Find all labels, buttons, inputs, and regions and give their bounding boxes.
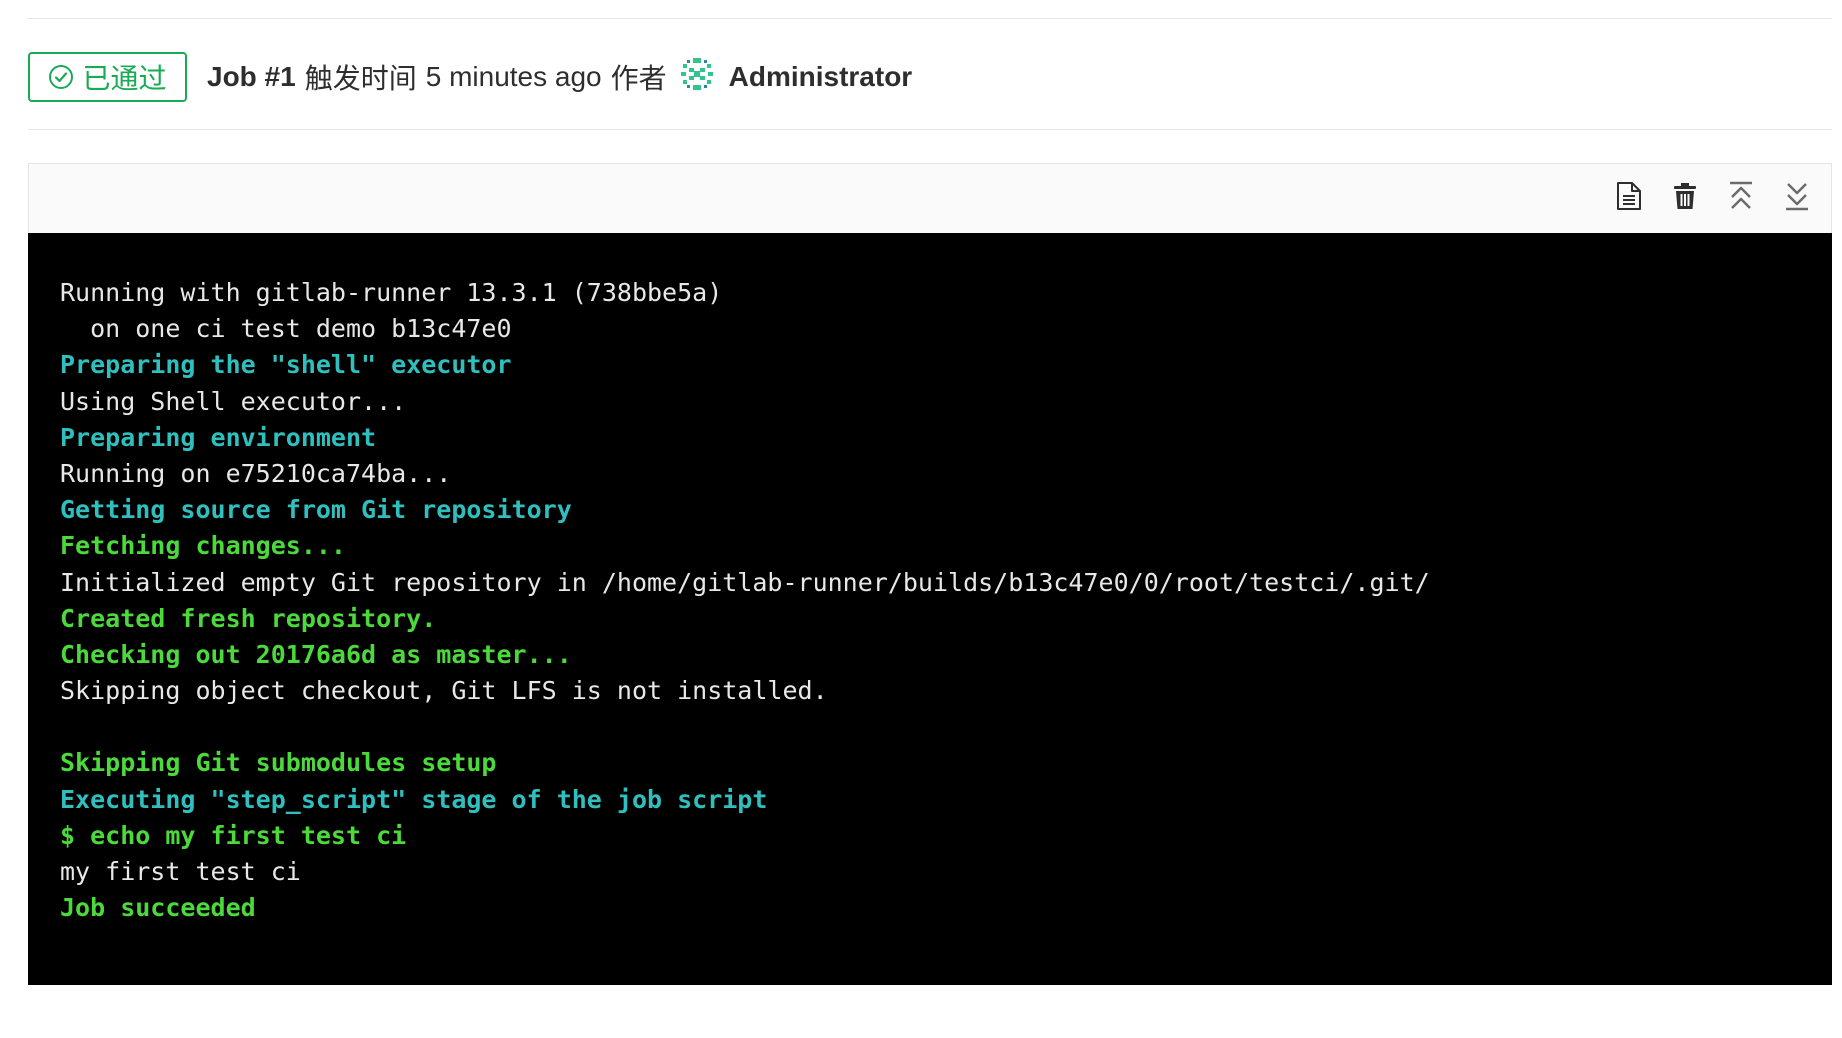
log-line: my first test ci bbox=[60, 857, 301, 886]
scroll-top-icon bbox=[1729, 181, 1753, 216]
by-label: 作者 bbox=[610, 63, 667, 94]
log-line: Skipping object checkout, Git LFS is not… bbox=[60, 676, 828, 706]
author-link[interactable]: Administrator bbox=[729, 61, 913, 93]
job-header: 已通过 Job #1 触发时间 5 minutes ago 作者 Adminis… bbox=[28, 52, 912, 102]
document-icon bbox=[1616, 181, 1642, 216]
log-line: Getting source from Git repository bbox=[60, 495, 572, 525]
log-line: $ echo my first test ci bbox=[60, 820, 407, 850]
log-line: Checking out 20176a6d as master... bbox=[60, 639, 572, 669]
log-line: Executing "step_script" stage of the job… bbox=[60, 784, 768, 814]
scroll-to-bottom-button[interactable] bbox=[1769, 171, 1825, 227]
log-line: Skipping Git submodules setup bbox=[60, 748, 497, 778]
job-log-panel: Running with gitlab-runner 13.3.1 (738bb… bbox=[28, 163, 1832, 985]
show-raw-button[interactable] bbox=[1601, 171, 1657, 227]
status-label: 已通过 bbox=[82, 63, 167, 94]
triggered-label: 触发时间 bbox=[304, 63, 417, 94]
identicon-avatar[interactable] bbox=[679, 56, 715, 99]
log-line: Preparing the "shell" executor bbox=[60, 350, 512, 380]
log-line: Preparing environment bbox=[60, 422, 377, 452]
trash-icon bbox=[1673, 182, 1697, 215]
check-circle-icon bbox=[48, 64, 74, 90]
log-toolbar bbox=[28, 163, 1832, 233]
job-time-ago: 5 minutes ago bbox=[425, 61, 602, 92]
log-line: Job succeeded bbox=[60, 893, 256, 923]
job-log-output[interactable]: Running with gitlab-runner 13.3.1 (738bb… bbox=[28, 233, 1832, 985]
job-id: Job #1 bbox=[207, 61, 296, 92]
log-line: Initialized empty Git repository in /hom… bbox=[60, 567, 1430, 597]
log-line: Running on e75210ca74ba... bbox=[60, 458, 452, 488]
job-summary: Job #1 触发时间 5 minutes ago 作者 Administrat… bbox=[207, 56, 912, 99]
log-line: Running with gitlab-runner 13.3.1 (738bb… bbox=[60, 278, 723, 307]
log-line: on one ci test demo b13c47e0 bbox=[60, 314, 512, 344]
log-line: Fetching changes... bbox=[60, 531, 346, 561]
scroll-to-top-button[interactable] bbox=[1713, 171, 1769, 227]
top-divider bbox=[28, 18, 1832, 19]
scroll-bottom-icon bbox=[1785, 181, 1809, 216]
erase-log-button[interactable] bbox=[1657, 171, 1713, 227]
header-divider bbox=[28, 129, 1832, 130]
log-line: Created fresh repository. bbox=[60, 603, 437, 633]
log-line: Using Shell executor... bbox=[60, 386, 407, 416]
status-badge[interactable]: 已通过 bbox=[28, 52, 187, 102]
